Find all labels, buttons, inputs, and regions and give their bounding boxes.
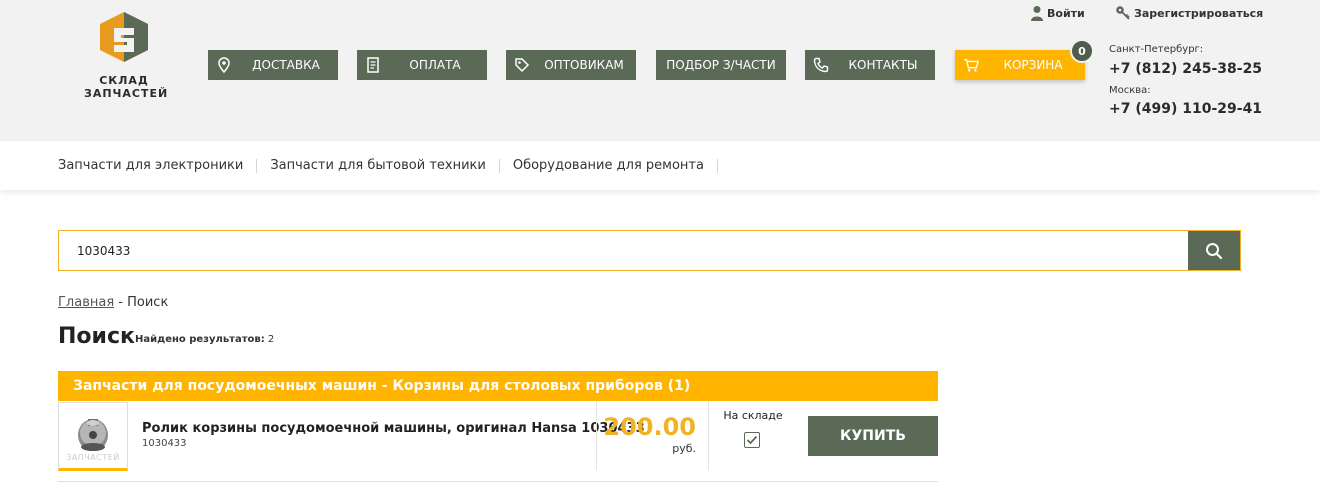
cart-button[interactable]: КОРЗИНА — [955, 50, 1085, 80]
price-currency: руб. — [672, 442, 696, 455]
search-button[interactable] — [1188, 231, 1240, 270]
key-icon — [1116, 6, 1130, 20]
stock-label: На складе — [723, 409, 783, 422]
checkmark-icon — [746, 435, 758, 445]
category-divider — [256, 158, 258, 173]
register-link[interactable]: Зарегистрироваться — [1115, 5, 1263, 21]
cart-label: КОРЗИНА — [1003, 58, 1063, 72]
breadcrumb-current: Поиск — [127, 295, 169, 310]
results-count-value: 2 — [267, 334, 275, 345]
nav-contacts-label: КОНТАКТЫ — [848, 58, 918, 72]
product-price: 200.00 — [603, 413, 696, 441]
cart-icon — [963, 56, 979, 74]
tag-icon — [514, 56, 530, 74]
phone-icon — [813, 56, 829, 74]
location-pin-icon — [216, 56, 232, 74]
buy-button[interactable]: КУПИТЬ — [808, 416, 938, 456]
page-title: Поиск — [58, 324, 135, 349]
city-spb: Санкт-Петербург: — [1109, 44, 1204, 55]
product-thumbnail[interactable]: ЗАПЧАСТЕЙ — [58, 402, 128, 471]
column-divider — [708, 402, 709, 470]
nav-payment[interactable]: ОПЛАТА — [357, 50, 487, 80]
nav-part-finder[interactable]: ПОДБОР З/ЧАСТИ — [656, 50, 786, 80]
phone-spb[interactable]: +7 (812) 245-38-25 — [1109, 61, 1262, 77]
logo-mark-icon — [100, 12, 148, 62]
nav-delivery-label: ДОСТАВКА — [252, 58, 320, 72]
breadcrumb-home[interactable]: Главная — [58, 295, 114, 310]
category-appliances[interactable]: Запчасти для бытовой техники — [270, 158, 486, 173]
category-bar: Запчасти для электроники Запчасти для бы… — [0, 141, 1320, 190]
search-bar — [58, 230, 1241, 271]
results-count: Найдено результатов: 2 — [135, 334, 274, 345]
site-header: СКЛАД ЗАПЧАСТЕЙ ДОСТАВКА ОПЛАТА ОПТОВИКА… — [0, 0, 1320, 141]
login-link[interactable]: Войти — [1030, 5, 1085, 21]
in-stock-checkbox — [744, 432, 760, 448]
nav-wholesale-label: ОПТОВИКАМ — [544, 58, 624, 72]
thumbnail-watermark: ЗАПЧАСТЕЙ — [66, 453, 120, 462]
category-electronics[interactable]: Запчасти для электроники — [58, 158, 243, 173]
nav-contacts[interactable]: КОНТАКТЫ — [805, 50, 935, 80]
logo-line-1: СКЛАД — [99, 74, 149, 87]
phone-msk[interactable]: +7 (499) 110-29-41 — [1109, 101, 1262, 117]
category-divider — [498, 158, 500, 173]
logo-text: СКЛАД ЗАПЧАСТЕЙ — [84, 74, 169, 100]
nav-part-finder-label: ПОДБОР З/ЧАСТИ — [666, 58, 776, 72]
breadcrumb-separator: - — [114, 295, 128, 310]
product-code: 1030433 — [142, 438, 187, 449]
category-divider — [716, 158, 718, 173]
product-name[interactable]: Ролик корзины посудомоечной машины, ориг… — [142, 421, 645, 436]
user-icon — [1031, 6, 1043, 21]
document-icon — [365, 56, 381, 74]
product-row: ЗАПЧАСТЕЙ Ролик корзины посудомоечной ма… — [58, 401, 938, 482]
city-msk: Москва: — [1109, 85, 1151, 96]
logo-line-2: ЗАПЧАСТЕЙ — [84, 87, 169, 100]
nav-payment-label: ОПЛАТА — [409, 58, 461, 72]
result-group-header[interactable]: Запчасти для посудомоечных машин - Корзи… — [58, 371, 938, 401]
nav-wholesale[interactable]: ОПТОВИКАМ — [506, 50, 636, 80]
search-icon — [1206, 242, 1223, 259]
cart-count-badge: 0 — [1070, 39, 1094, 63]
login-label: Войти — [1047, 6, 1085, 20]
breadcrumb: Главная - Поиск — [58, 295, 168, 310]
register-label: Зарегистрироваться — [1134, 6, 1264, 20]
nav-delivery[interactable]: ДОСТАВКА — [208, 50, 338, 80]
category-repair-equipment[interactable]: Оборудование для ремонта — [513, 158, 704, 173]
column-divider — [596, 402, 597, 470]
results-count-label: Найдено результатов: — [135, 334, 265, 345]
site-logo[interactable]: СКЛАД ЗАПЧАСТЕЙ — [84, 10, 169, 115]
search-input[interactable] — [59, 231, 1188, 270]
